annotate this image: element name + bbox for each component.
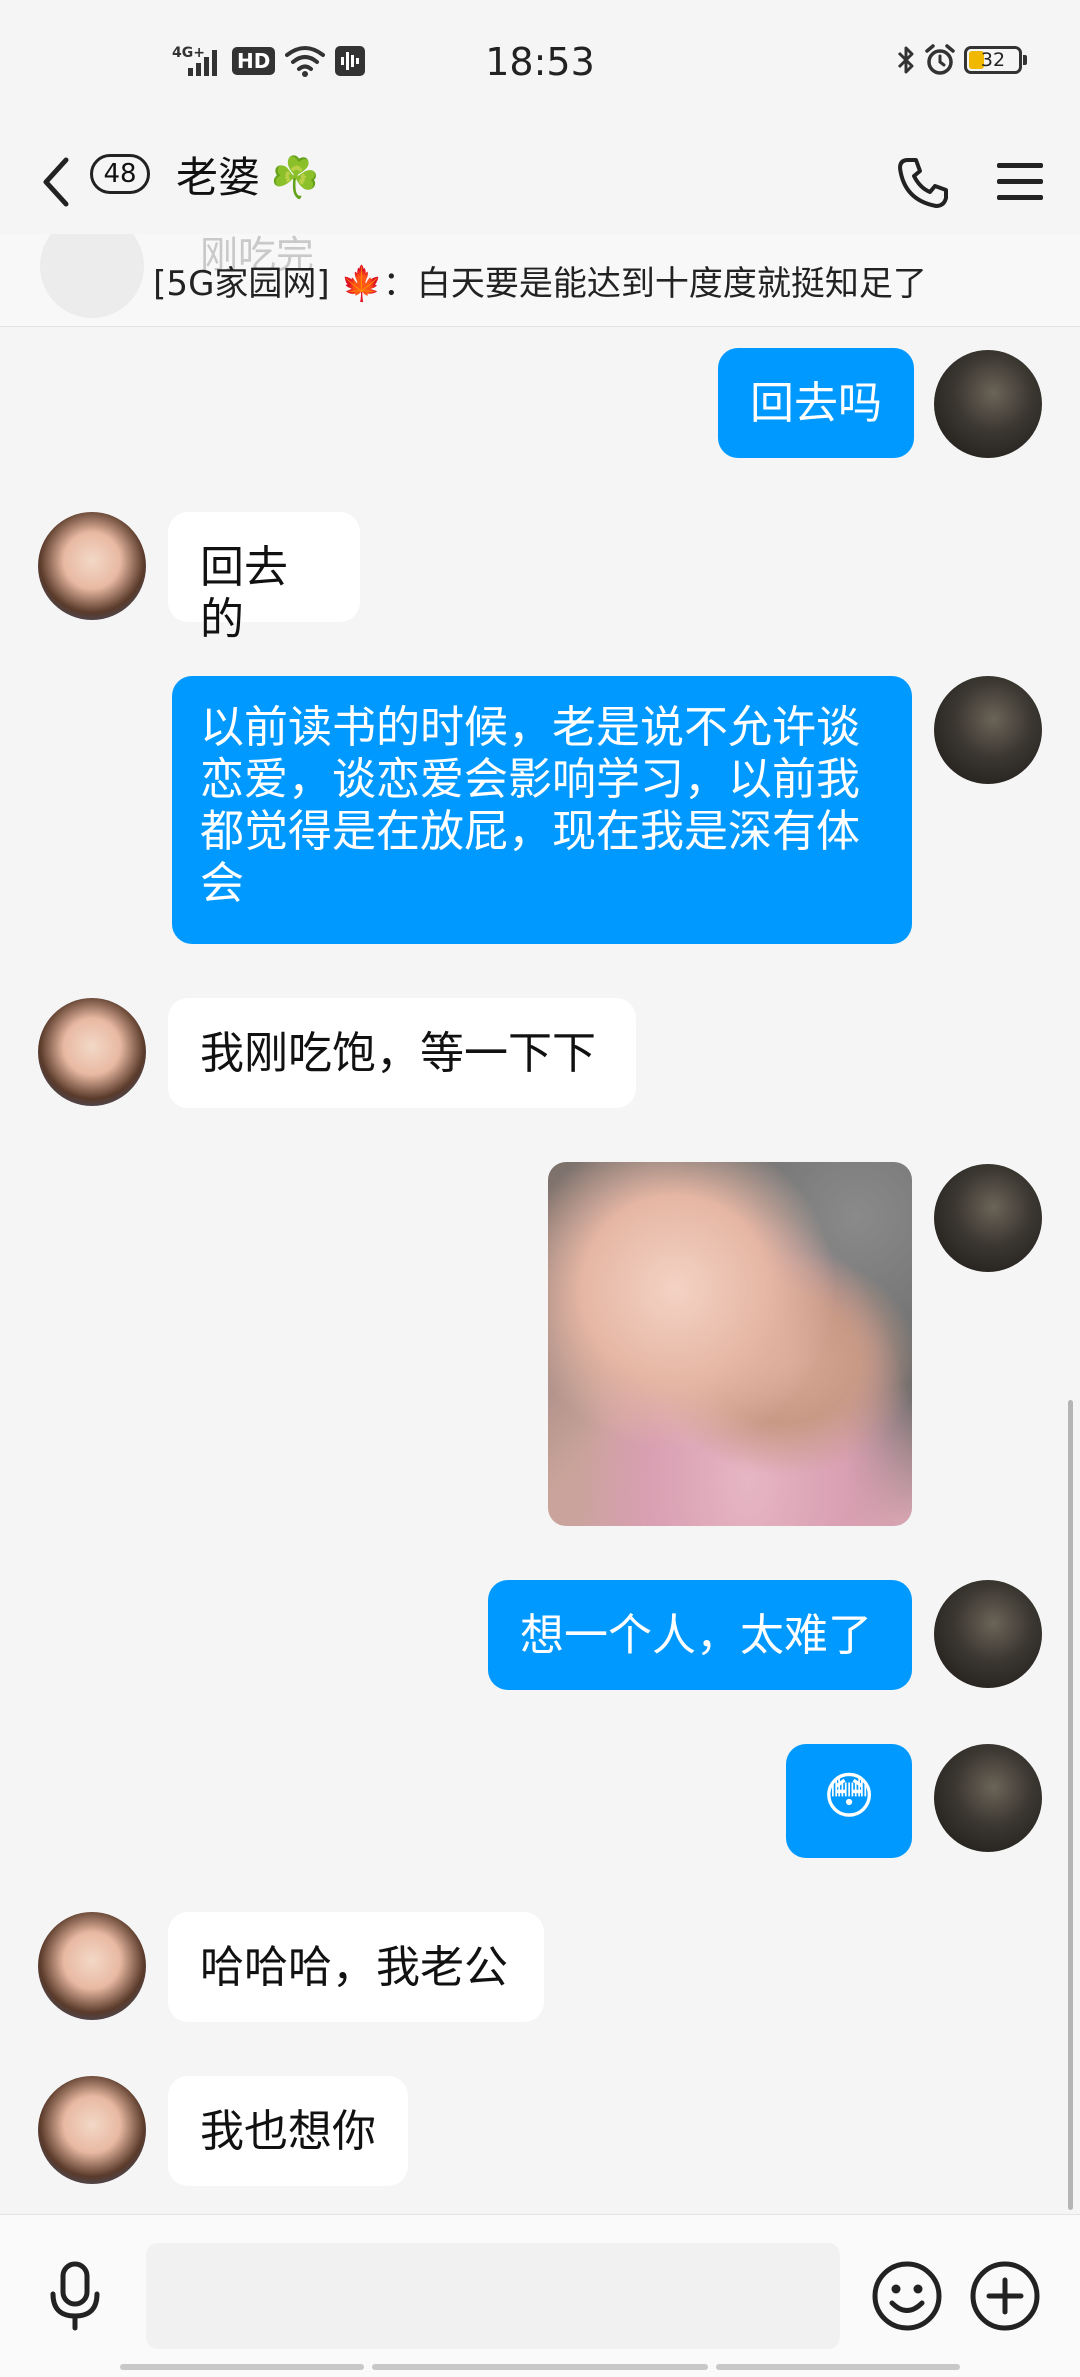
outgoing-message-bubble[interactable]: 想一个人，太难了 [488, 1580, 912, 1690]
status-right-icons: 32 [896, 44, 1027, 76]
contact-avatar[interactable] [38, 998, 146, 1106]
bluetooth-icon [897, 46, 914, 74]
microphone-icon [50, 2261, 100, 2331]
image-message[interactable] [548, 1162, 912, 1526]
status-bar: 4G+ HD 18:53 32 [0, 0, 1080, 130]
contact-avatar[interactable] [38, 2076, 146, 2184]
my-avatar[interactable] [934, 350, 1042, 458]
my-avatar[interactable] [934, 676, 1042, 784]
voice-input-button[interactable] [34, 2255, 116, 2337]
contact-avatar[interactable] [38, 512, 146, 620]
more-actions-button[interactable] [964, 2255, 1046, 2337]
emoji-button[interactable] [866, 2255, 948, 2337]
chevron-left-icon [43, 157, 69, 207]
alarm-icon [925, 44, 955, 75]
input-bar [0, 2214, 1080, 2377]
battery-icon: 32 [964, 46, 1027, 74]
menu-button[interactable] [980, 140, 1060, 224]
emoji-message-bubble[interactable]: 😳 [786, 1744, 912, 1858]
pinned-notice[interactable]: 刚吃完 [5G家园网] 🍁：白天要是能达到十度度就挺知足了 [0, 234, 1080, 327]
incoming-message-bubble[interactable]: 我也想你 [168, 2076, 408, 2186]
pinned-text: [5G家园网] 🍁：白天要是能达到十度度就挺知足了 [153, 264, 927, 304]
outgoing-message-bubble[interactable]: 以前读书的时候，老是说不允许谈恋爱，谈恋爱会影响学习，以前我都觉得是在放屁，现在… [172, 676, 912, 944]
incoming-message-bubble[interactable]: 回去的 [168, 512, 360, 645]
my-avatar[interactable] [934, 1164, 1042, 1272]
contact-avatar[interactable] [38, 1912, 146, 2020]
contact-name: 老婆 [176, 153, 261, 202]
call-button[interactable] [882, 140, 962, 224]
nav-hint-segment [372, 2364, 708, 2370]
my-avatar[interactable] [934, 1744, 1042, 1852]
incoming-message-bubble[interactable]: 哈哈哈，我老公 [168, 1912, 544, 2022]
nav-hint-segment [716, 2364, 960, 2370]
message-input[interactable] [146, 2243, 840, 2349]
nav-hint-segment [120, 2364, 364, 2370]
hamburger-icon [997, 163, 1043, 200]
smiley-icon [872, 2261, 942, 2331]
clover-icon: ☘️ [270, 155, 320, 201]
plus-circle-icon [970, 2261, 1040, 2331]
contact-title[interactable]: 老婆 ☘️ [176, 146, 320, 210]
incoming-message-bubble[interactable]: 我刚吃饱，等一下下 [168, 998, 636, 1108]
chat-scrollbar[interactable] [1068, 1400, 1073, 2210]
chat-header: 48 老婆 ☘️ [0, 130, 1080, 234]
outgoing-message-bubble[interactable]: 回去吗 [718, 348, 914, 458]
my-avatar[interactable] [934, 1580, 1042, 1688]
battery-percent: 32 [980, 49, 1006, 71]
phone-icon [898, 158, 948, 208]
unread-count-badge[interactable]: 48 [90, 154, 150, 194]
